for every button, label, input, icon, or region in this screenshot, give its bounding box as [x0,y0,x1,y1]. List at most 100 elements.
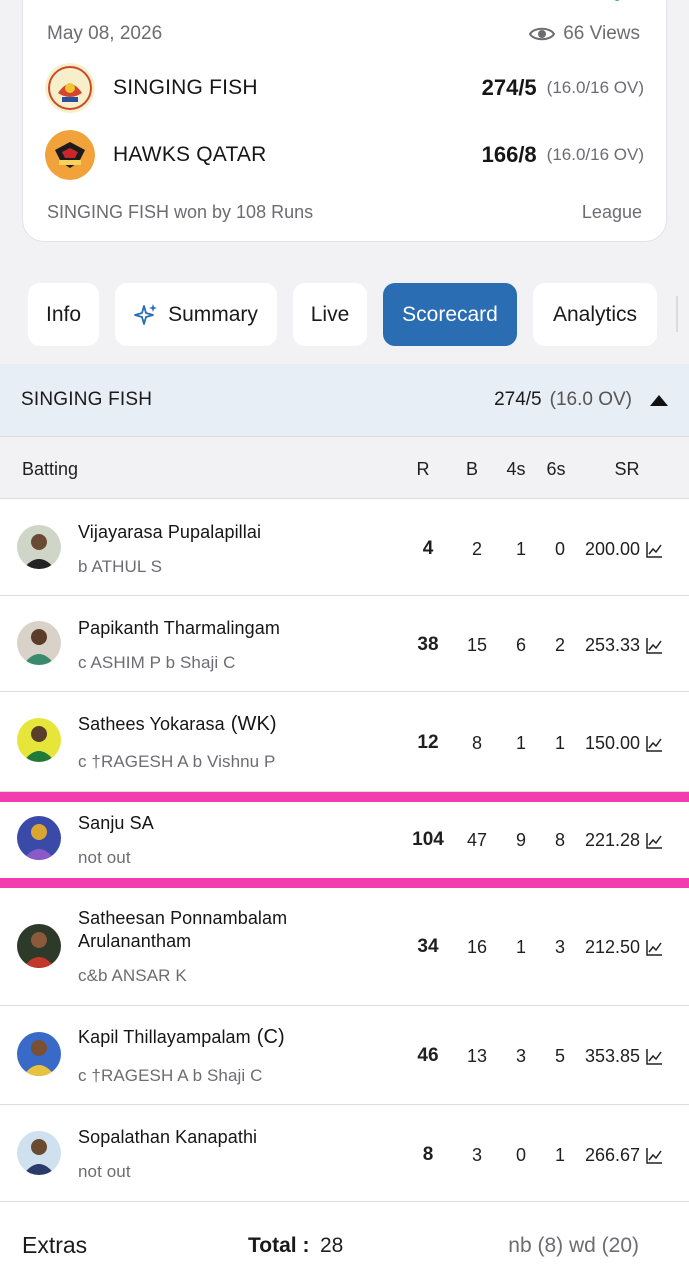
team-name: HAWKS QATAR [113,143,267,166]
tab-summary[interactable]: Summary [115,283,277,346]
trend-chart-icon [646,1148,663,1164]
runs-value: 8 [422,1144,434,1165]
team-name: SINGING FISH [113,76,258,99]
player-avatar [17,718,61,762]
tab-label: Summary [168,302,258,326]
runs-header: R [416,459,430,479]
player-name-text: Satheesan Ponnambalam Arulanantham [78,908,288,951]
fours-value: 1 [515,539,527,559]
collapse-caret-icon[interactable] [650,394,668,406]
tab-info[interactable]: Info [28,283,99,346]
extras-label: Extras [22,1232,88,1258]
sixes-value: 1 [554,733,566,753]
sr-value: 221.28 [585,830,641,850]
sr-value: 150.00 [585,733,641,753]
match-result: SINGING FISH won by 108 Runs [47,202,314,222]
player-name[interactable]: Vijayarasa Pupalapillai [78,521,348,544]
player-name[interactable]: Sathees Yokarasa (WK) [78,713,348,736]
sr-header: SR [614,459,640,479]
strike-rate[interactable]: 200.00 [585,539,663,560]
player-name[interactable]: Sanju SA [78,812,348,835]
batter-row[interactable]: Satheesan Ponnambalam Arulanantham c&b A… [0,888,689,1006]
runs-value: 12 [417,732,439,753]
balls-header: B [465,459,479,479]
player-avatar [17,924,61,968]
match-summary-card[interactable]: May 08, 2026 66 Views SINGING FISH 274/5… [22,0,667,242]
dismissal-info: not out [78,848,131,867]
extras-row: Extras Total : 28 nb (8) wd (20) [0,1202,689,1280]
eye-icon [529,27,556,41]
sixes-value: 2 [554,635,566,655]
fours-value: 1 [515,937,527,957]
sparkle-icon [134,303,158,327]
strike-rate[interactable]: 353.85 [585,1046,663,1067]
batter-row[interactable]: Sathees Yokarasa (WK) c †RAGESH A b Vishn… [0,692,689,792]
strike-rate[interactable]: 266.67 [585,1145,663,1166]
sr-value: 200.00 [585,539,641,559]
sixes-value: 1 [554,1145,566,1165]
extras-total-label: Total : [248,1234,310,1257]
tab-scroll-edge [676,296,678,332]
fours-value: 6 [515,635,527,655]
innings-overs: (16.0 OV) [549,389,632,410]
dismissal-info: b ATHUL S [78,557,163,576]
tab-live[interactable]: Live [293,283,367,346]
player-name-text: Papikanth Tharmalingam [78,618,280,638]
strike-rate[interactable]: 253.33 [585,635,663,656]
tab-label: Info [45,302,82,326]
trend-chart-icon [646,1049,663,1065]
tab-scorecard[interactable]: Scorecard [383,283,517,346]
batting-header: Batting [22,459,79,479]
player-name[interactable]: Satheesan Ponnambalam Arulanantham [78,907,348,953]
team-row-singing-fish: SINGING FISH 274/5 (16.0/16 OV) [45,61,644,115]
strike-rate[interactable]: 150.00 [585,733,663,754]
captain-tag: (C) [256,1026,285,1048]
strike-rate[interactable]: 221.28 [585,830,663,851]
trend-chart-icon [646,542,663,558]
singing-fish-logo [45,63,95,113]
fours-value: 0 [515,1145,527,1165]
fours-header: 4s [506,459,526,479]
balls-value: 15 [466,635,488,655]
sixes-value: 5 [554,1046,566,1066]
highlight-bar-top [0,792,689,802]
team-row-hawks-qatar: HAWKS QATAR 166/8 (16.0/16 OV) [45,128,644,182]
runs-value: 46 [417,1045,439,1066]
innings-score: 274/5 [494,389,542,410]
player-name[interactable]: Sopalathan Kanapathi [78,1126,348,1149]
sixes-value: 8 [554,830,566,850]
innings-team: SINGING FISH [21,389,153,410]
player-name[interactable]: Kapil Thillayampalam (C) [78,1026,348,1049]
sixes-value: 3 [554,937,566,957]
runs-value: 104 [412,829,444,850]
tab-label: Scorecard [402,302,498,326]
batting-column-header: Batting R B 4s 6s SR [0,436,689,499]
extras-total-value: 28 [320,1234,344,1257]
balls-value: 2 [471,539,483,559]
match-date: May 08, 2026 [47,23,163,44]
batter-row-highlighted[interactable]: Sanju SA not out 104 47 9 8 221.28 [0,802,689,878]
balls-value: 3 [471,1145,483,1165]
innings-header[interactable]: SINGING FISH 274/5 (16.0 OV) [0,364,689,436]
hawks-qatar-logo [45,130,95,180]
batter-row[interactable]: Vijayarasa Pupalapillai b ATHUL S 4 2 1 … [0,499,689,596]
trend-chart-icon [646,940,663,956]
tab-analytics[interactable]: Analytics [533,283,657,346]
batter-row[interactable]: Kapil Thillayampalam (C) c †RAGESH A b Sh… [0,1006,689,1105]
balls-value: 8 [471,733,483,753]
balls-value: 16 [466,937,488,957]
player-avatar [17,1032,61,1076]
tab-bar: Info Summary Live Scorecard Analytics [28,283,657,346]
player-avatar [17,816,61,860]
sr-value: 253.33 [585,635,641,655]
batter-row[interactable]: Sopalathan Kanapathi not out 8 3 0 1 266… [0,1105,689,1202]
tab-label: Analytics [552,302,638,326]
trend-chart-icon [646,833,663,849]
batter-row[interactable]: Papikanth Tharmalingam c ASHIM P b Shaji… [0,596,689,692]
dismissal-info: c †RAGESH A b Vishnu P [78,752,276,771]
views-count: 66 Views [529,23,640,45]
player-name[interactable]: Papikanth Tharmalingam [78,617,348,640]
wicketkeeper-tag: (WK) [230,713,277,735]
team-overs: (16.0/16 OV) [546,145,644,164]
strike-rate[interactable]: 212.50 [585,937,663,958]
